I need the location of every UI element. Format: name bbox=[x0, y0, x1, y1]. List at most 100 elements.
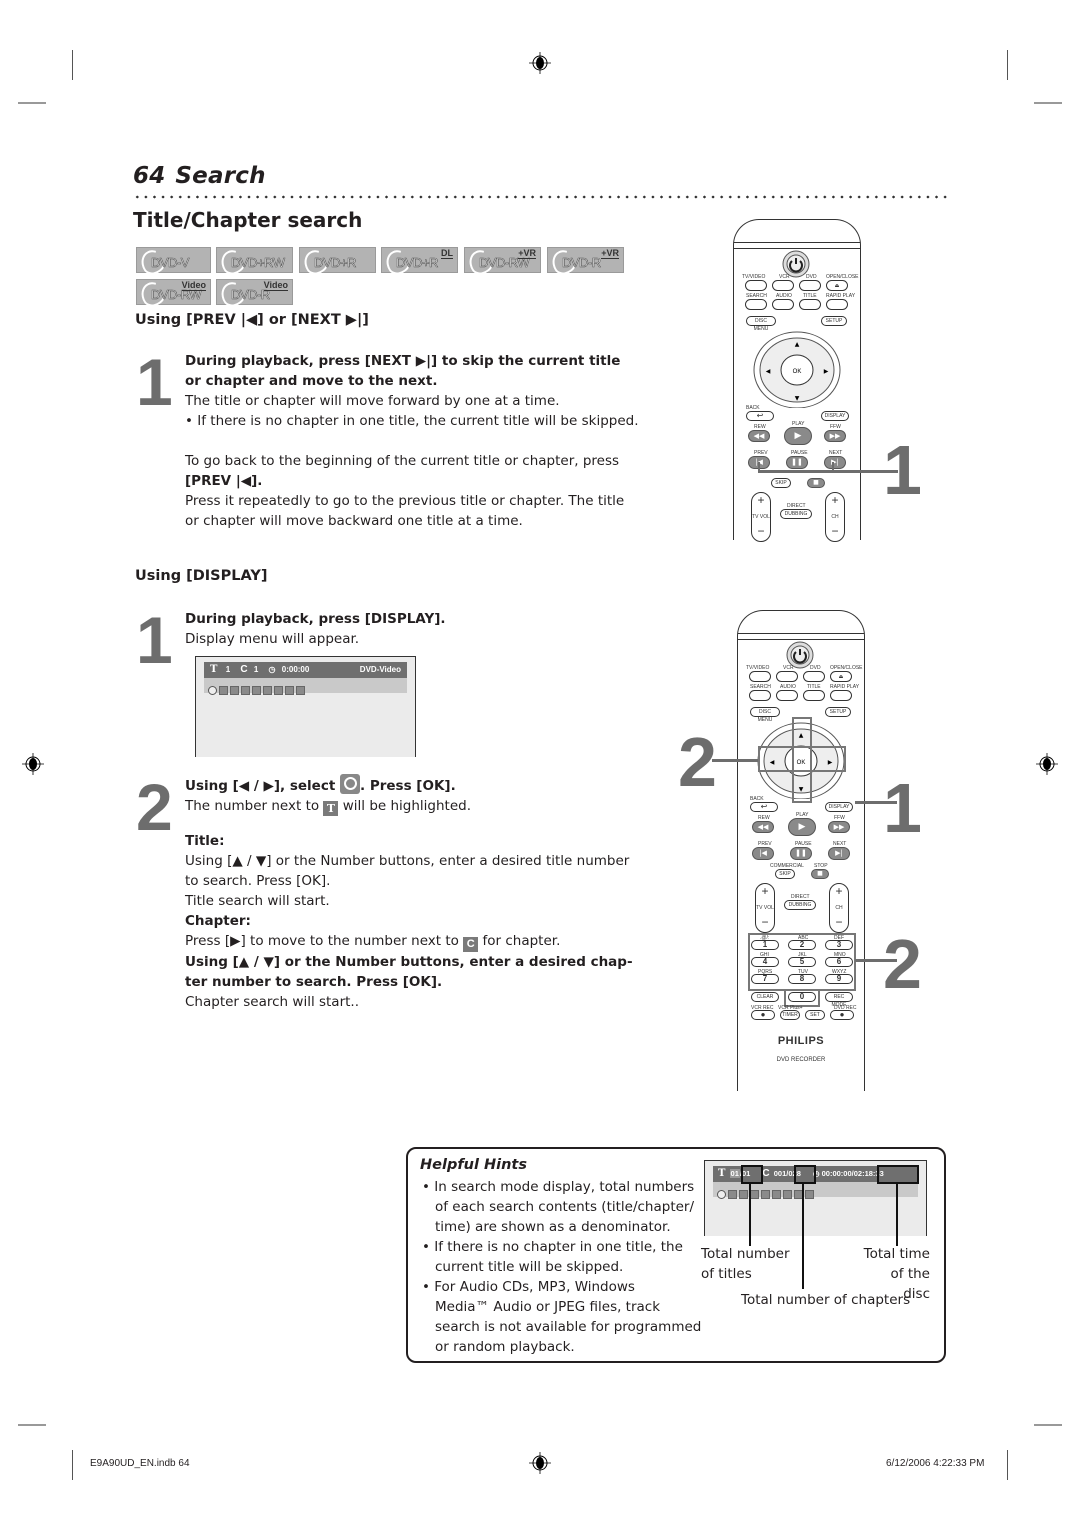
vcr-button[interactable] bbox=[772, 280, 794, 291]
registration-mark-icon bbox=[529, 1452, 551, 1474]
osd-icon-row bbox=[204, 678, 407, 695]
open-close-button[interactable]: ⏏ bbox=[830, 671, 852, 682]
noise-reduction-icon bbox=[783, 1190, 792, 1199]
open-close-button[interactable]: ⏏ bbox=[826, 280, 848, 291]
angle-icon bbox=[241, 686, 250, 695]
skip-button[interactable]: SKIP bbox=[775, 869, 795, 879]
callout-line bbox=[896, 1183, 898, 1246]
crop-mark bbox=[18, 102, 46, 104]
search-button[interactable] bbox=[745, 299, 767, 310]
ffw-button[interactable]: ▶▶ bbox=[828, 821, 850, 833]
timer-button[interactable]: TIMER bbox=[780, 1010, 800, 1020]
repeat-icon bbox=[252, 686, 261, 695]
crop-mark bbox=[1007, 1450, 1008, 1480]
next-button[interactable]: ▶| bbox=[824, 456, 846, 469]
number-button[interactable]: 1 bbox=[751, 940, 779, 950]
hint-item: • If there is no chapter in one title, t… bbox=[422, 1239, 683, 1275]
search-button[interactable] bbox=[749, 690, 771, 701]
display-step-2: Using [◀ / ▶], select . Press [OK]. The … bbox=[185, 774, 655, 1012]
number-button[interactable]: 2 bbox=[788, 940, 816, 950]
surround-icon bbox=[296, 686, 305, 695]
number-button[interactable]: 4 bbox=[751, 957, 779, 967]
channel-button[interactable]: + CH − bbox=[825, 492, 845, 542]
model-label: DVD RECORDER bbox=[776, 1057, 826, 1063]
display-button[interactable]: DISPLAY bbox=[821, 411, 849, 421]
annotation-total-chapters: Total number of chapters bbox=[741, 1292, 911, 1308]
disc-menu-button[interactable]: DISC MENU bbox=[750, 707, 780, 723]
title-icon: T bbox=[323, 801, 339, 816]
rapid-play-button[interactable] bbox=[830, 690, 852, 701]
title-icon: T bbox=[210, 664, 218, 675]
set-button[interactable]: SET bbox=[805, 1010, 825, 1020]
pause-button[interactable]: ❚❚ bbox=[790, 847, 812, 860]
number-button[interactable]: 3 bbox=[825, 940, 853, 950]
hint-item: • In search mode display, total numbers … bbox=[422, 1179, 695, 1235]
rew-button[interactable]: ◀◀ bbox=[752, 821, 774, 833]
audio-button[interactable] bbox=[772, 299, 794, 310]
display-button[interactable]: DISPLAY bbox=[825, 802, 853, 812]
display-heading: Using [DISPLAY] bbox=[135, 568, 268, 584]
disc-badge: DVD+R bbox=[299, 245, 376, 279]
rec-mode-button[interactable]: REC MODE bbox=[825, 992, 853, 1008]
crop-mark bbox=[18, 1424, 46, 1426]
footer-timestamp: 6/12/2006 4:22:33 PM bbox=[886, 1458, 985, 1469]
play-button[interactable]: ▶ bbox=[784, 427, 812, 445]
audio-button[interactable] bbox=[776, 690, 798, 701]
stop-button[interactable]: ■ bbox=[807, 478, 825, 488]
osd-screen-search-mode: T 01/01 C 001/028 ◷ 00:00:00/02:18:33 bbox=[704, 1160, 927, 1236]
skip-button[interactable]: SKIP bbox=[771, 478, 791, 488]
tv-vol-button[interactable]: + TV VOL − bbox=[751, 492, 771, 542]
tv-video-button[interactable] bbox=[745, 280, 767, 291]
remote-control-illustration: TV/VIDEO VCR DVD OPEN/CLOSE ⏏ SEARCH AUD… bbox=[733, 219, 861, 542]
dubbing-button[interactable]: DUBBING bbox=[780, 509, 812, 519]
dvd-button[interactable] bbox=[803, 671, 825, 682]
dvd-rec-button[interactable]: ● bbox=[830, 1010, 854, 1020]
setup-button[interactable]: SETUP bbox=[821, 316, 847, 326]
clear-button[interactable]: CLEAR bbox=[751, 992, 779, 1002]
dvd-button[interactable] bbox=[799, 280, 821, 291]
rapid-play-button[interactable] bbox=[826, 299, 848, 310]
play-button[interactable]: ▶ bbox=[788, 818, 816, 836]
disc-badge: DVD-R Video bbox=[216, 277, 293, 311]
disc-badge: DVD-RW Video bbox=[136, 277, 211, 311]
search-icon bbox=[717, 1190, 726, 1199]
number-button[interactable]: 7 bbox=[751, 974, 779, 984]
title-button[interactable] bbox=[799, 299, 821, 310]
vcr-rec-button[interactable]: ● bbox=[751, 1010, 775, 1020]
back-button[interactable]: ↩ bbox=[746, 411, 774, 421]
hints-list: • In search mode display, total numbers … bbox=[422, 1177, 702, 1357]
next-button[interactable]: ▶| bbox=[828, 847, 850, 860]
ffw-button[interactable]: ▶▶ bbox=[824, 430, 846, 442]
back-button[interactable]: ↩ bbox=[750, 802, 778, 812]
stop-button[interactable]: ■ bbox=[811, 869, 829, 879]
prev-button[interactable]: |◀ bbox=[752, 847, 774, 860]
disc-badge: DVD+R DL bbox=[381, 245, 458, 279]
navigation-ring[interactable]: OK ▲ ▼ ◀ ▶ bbox=[752, 328, 842, 408]
disc-menu-button[interactable]: DISC MENU bbox=[746, 316, 776, 332]
channel-button[interactable]: + CH − bbox=[829, 883, 849, 933]
number-button[interactable]: 9 bbox=[825, 974, 853, 984]
chapter-icon: C bbox=[762, 1168, 770, 1179]
number-button[interactable]: 5 bbox=[788, 957, 816, 967]
number-button[interactable]: 8 bbox=[788, 974, 816, 984]
search-icon bbox=[340, 774, 360, 794]
marker-icon bbox=[772, 1190, 781, 1199]
display-step-1: During playback, press [DISPLAY]. Displa… bbox=[185, 611, 446, 647]
number-button[interactable]: 6 bbox=[825, 957, 853, 967]
surround-icon bbox=[805, 1190, 814, 1199]
number-button[interactable]: 0 bbox=[788, 992, 816, 1002]
page-number: 64 bbox=[133, 163, 166, 189]
rew-button[interactable]: ◀◀ bbox=[748, 430, 770, 442]
pause-button[interactable]: ❚❚ bbox=[786, 456, 808, 469]
page-title-text: Search bbox=[175, 163, 266, 189]
vcr-button[interactable] bbox=[776, 671, 798, 682]
title-button[interactable] bbox=[803, 690, 825, 701]
chapter-icon: C bbox=[463, 937, 479, 952]
callout-line bbox=[712, 759, 758, 762]
registration-mark-icon bbox=[22, 753, 44, 775]
tv-video-button[interactable] bbox=[749, 671, 771, 682]
dubbing-button[interactable]: DUBBING bbox=[784, 900, 816, 910]
registration-mark-icon bbox=[1036, 753, 1058, 775]
setup-button[interactable]: SETUP bbox=[825, 707, 851, 717]
tv-vol-button[interactable]: + TV VOL − bbox=[755, 883, 775, 933]
